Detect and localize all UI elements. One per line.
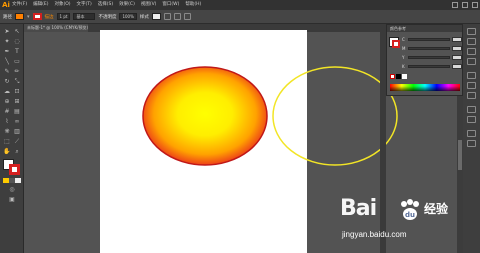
watermark-url: jingyan.baidu.com — [342, 230, 407, 239]
channel-y-label: Y — [402, 55, 405, 60]
gradient-ellipse[interactable] — [142, 66, 268, 166]
color-panel: 颜色参考 C M Y K — [386, 24, 463, 96]
appearance-icon[interactable] — [467, 106, 476, 113]
symbols-icon[interactable] — [467, 58, 476, 65]
channel-c-value[interactable] — [452, 37, 462, 42]
channel-m-label: M — [402, 46, 406, 51]
channel-c-label: C — [402, 37, 405, 42]
graphic-styles-icon[interactable] — [467, 116, 476, 123]
white-swatch[interactable] — [402, 74, 407, 79]
swatches-icon[interactable] — [467, 38, 476, 45]
scrollbar-thumb[interactable] — [458, 140, 462, 170]
channel-c: C — [402, 37, 462, 42]
channel-y-slider[interactable] — [408, 56, 450, 59]
brushes-icon[interactable] — [467, 48, 476, 55]
illustrator-window: Ai 文件(F) 编辑(E) 对象(O) 文字(T) 选择(S) 效果(C) 视… — [0, 0, 480, 253]
color-panel-title[interactable]: 颜色参考 — [387, 25, 462, 32]
transparency-icon[interactable] — [467, 92, 476, 99]
panel-stroke-icon[interactable] — [392, 40, 400, 48]
channel-c-slider[interactable] — [408, 38, 450, 41]
none-swatch-icon[interactable] — [390, 74, 395, 79]
channel-m-slider[interactable] — [408, 47, 450, 50]
channel-m-value[interactable] — [452, 46, 462, 51]
svg-text:du: du — [405, 211, 415, 219]
gradient-panel-icon[interactable] — [467, 82, 476, 89]
channel-k-value[interactable] — [452, 64, 462, 69]
paw-logo-icon: du — [401, 199, 419, 220]
channel-k: K — [402, 64, 462, 69]
color-spectrum[interactable] — [390, 84, 460, 91]
black-swatch[interactable] — [396, 74, 401, 79]
layers-icon[interactable] — [467, 130, 476, 137]
channel-y-value[interactable] — [452, 55, 462, 60]
color-panel-icon[interactable] — [467, 28, 476, 35]
channel-y: Y — [402, 55, 462, 60]
outline-ellipse[interactable] — [272, 66, 398, 166]
stroke-panel-icon[interactable] — [467, 72, 476, 79]
channel-m: M — [402, 46, 462, 51]
channel-k-slider[interactable] — [408, 65, 450, 68]
watermark-suffix: 经验 — [424, 202, 449, 216]
watermark: Bai du 经验 jingyan.baidu.com — [340, 196, 465, 248]
panel-dock — [463, 24, 480, 253]
watermark-brand: Bai — [340, 196, 377, 221]
artboards-icon[interactable] — [467, 140, 476, 147]
channel-k-label: K — [402, 64, 405, 69]
